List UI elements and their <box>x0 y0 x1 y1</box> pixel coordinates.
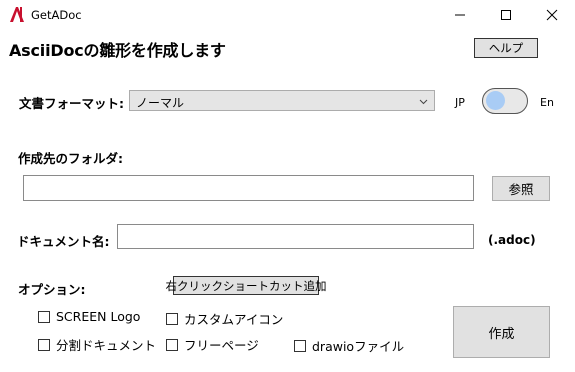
format-select[interactable]: ノーマル <box>129 90 435 111</box>
checkbox-label: drawioファイル <box>312 339 405 354</box>
extension-label: (.adoc) <box>488 233 536 247</box>
checkbox-label: 分割ドキュメント <box>56 338 157 353</box>
add-context-shortcut-button[interactable]: 右クリックショートカット追加 <box>166 276 327 295</box>
maximize-icon <box>501 10 511 20</box>
lang-jp-label: JP <box>455 96 465 109</box>
close-icon <box>546 9 558 21</box>
create-button[interactable]: 作成 <box>453 306 550 358</box>
app-logo-icon <box>9 6 26 23</box>
checkbox-free-page[interactable]: フリーページ <box>166 335 259 354</box>
checkbox-label: フリーページ <box>184 338 259 353</box>
page-title: AsciiDocの雛形を作成します <box>9 41 226 60</box>
help-button[interactable]: ヘルプ <box>474 38 538 58</box>
checkbox-box[interactable] <box>166 312 178 325</box>
docname-label: ドキュメント名: <box>17 234 110 249</box>
minimize-button[interactable] <box>437 0 483 30</box>
format-select-value: ノーマル <box>136 96 185 110</box>
close-button[interactable] <box>529 0 575 30</box>
document-name-input[interactable] <box>117 224 474 249</box>
folder-label: 作成先のフォルダ: <box>18 151 123 166</box>
maximize-button[interactable] <box>483 0 529 30</box>
language-toggle[interactable] <box>482 88 528 114</box>
checkbox-label: カスタムアイコン <box>184 312 284 327</box>
checkbox-box[interactable] <box>38 310 50 323</box>
checkbox-label: SCREEN Logo <box>56 309 141 324</box>
chevron-down-icon <box>419 95 428 109</box>
window-title: GetADoc <box>31 8 82 22</box>
checkbox-split-document[interactable]: 分割ドキュメント <box>38 335 156 354</box>
checkbox-drawio-file[interactable]: drawioファイル <box>294 336 404 355</box>
checkbox-screen-logo[interactable]: SCREEN Logo <box>38 309 140 324</box>
checkbox-box[interactable] <box>38 338 50 351</box>
folder-path-input[interactable] <box>23 175 474 201</box>
lang-en-label: En <box>540 96 554 109</box>
checkbox-box[interactable] <box>166 338 178 351</box>
options-label: オプション: <box>18 282 86 297</box>
minimize-icon <box>455 14 465 16</box>
format-label: 文書フォーマット: <box>19 96 124 111</box>
checkbox-box[interactable] <box>294 339 306 352</box>
checkbox-custom-icon[interactable]: カスタムアイコン <box>166 309 283 328</box>
browse-button[interactable]: 参照 <box>492 176 550 201</box>
toggle-knob <box>486 91 505 110</box>
